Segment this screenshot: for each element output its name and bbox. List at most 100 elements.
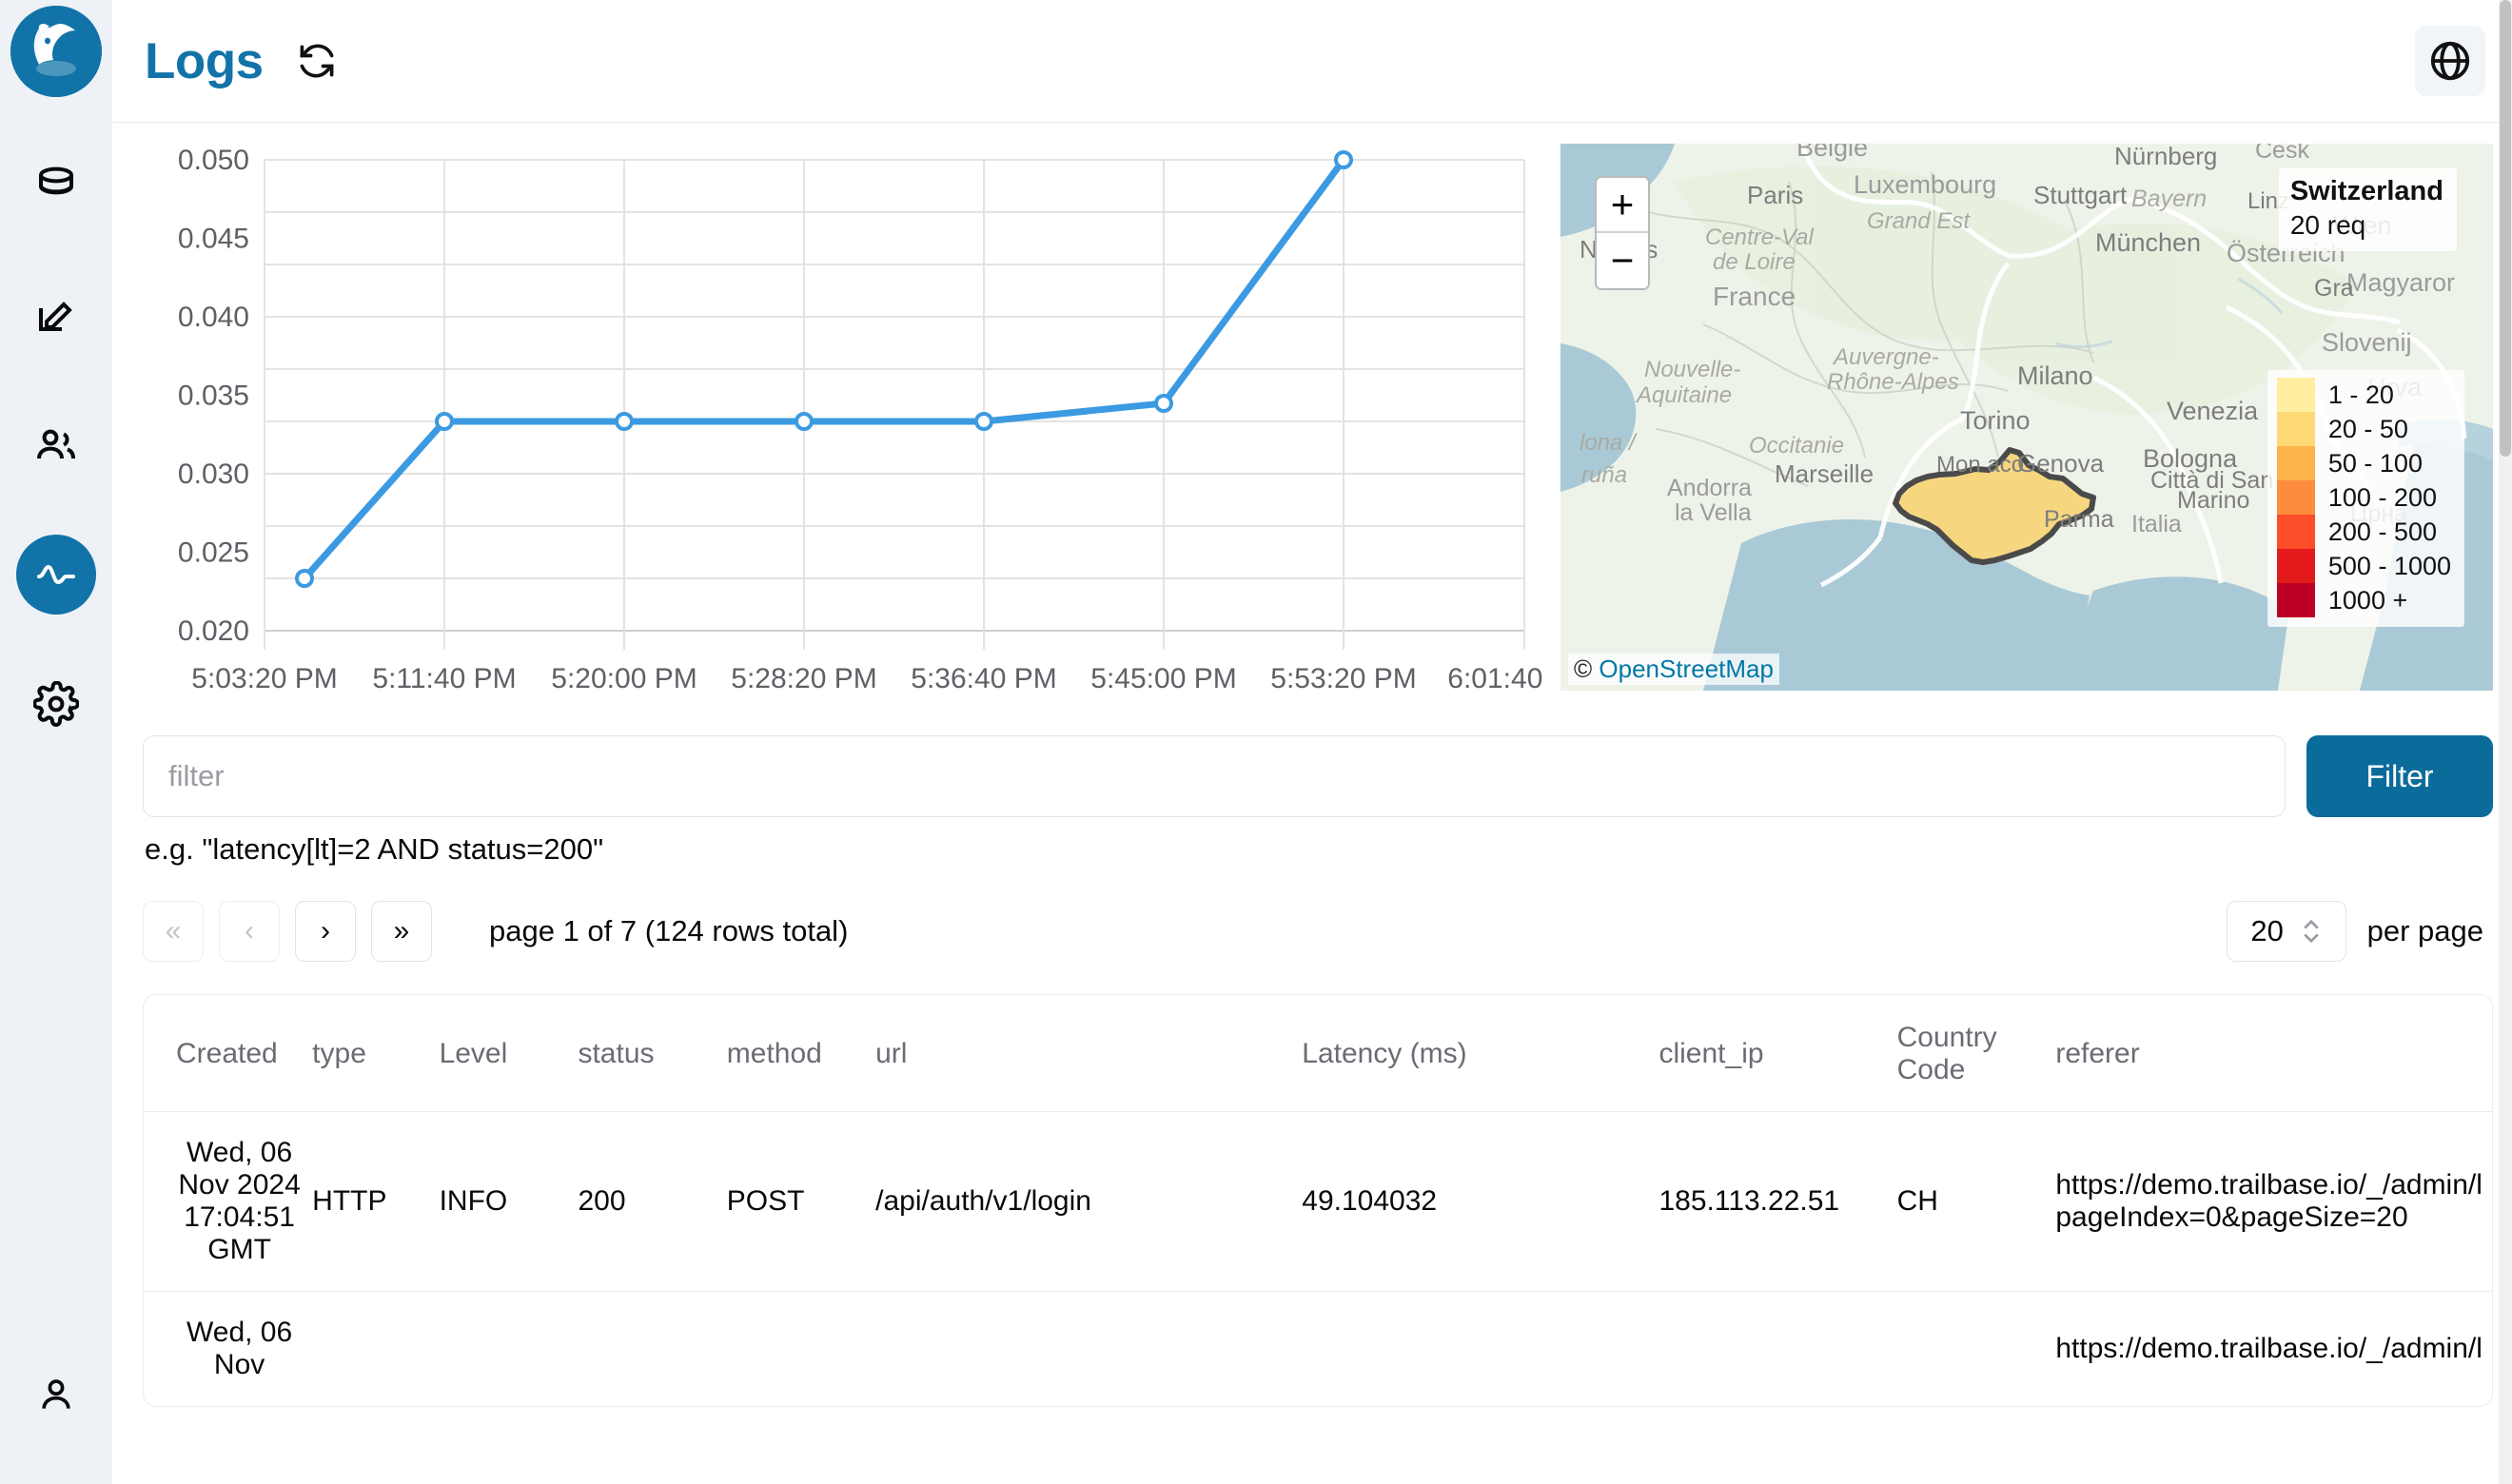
chart-grid	[264, 159, 1525, 650]
squirrel-logo-icon	[10, 6, 102, 97]
legend-label: 500 - 1000	[2327, 552, 2451, 580]
cell-type	[312, 1292, 439, 1407]
col-client-ip[interactable]: client_ip	[1658, 995, 1897, 1112]
col-level[interactable]: Level	[439, 995, 579, 1112]
cell-referer: https://demo.trailbase.io/_/admin/l	[2055, 1333, 2483, 1364]
filter-hint: e.g. "latency[lt]=2 AND status=200"	[145, 832, 604, 866]
legend-label: 20 - 50	[2327, 415, 2408, 443]
cell-method: POST	[726, 1111, 876, 1292]
user-icon	[42, 1379, 70, 1409]
col-country-code[interactable]: Country Code	[1896, 995, 2056, 1112]
sidebar-item-users[interactable]	[16, 405, 96, 485]
cell-created: Wed, 06 Nov 2024 17:04:51 GMT	[144, 1111, 313, 1292]
legend-swatch	[2276, 446, 2315, 480]
table-body: Wed, 06 Nov 2024 17:04:51 GMT HTTP INFO 200…	[144, 1111, 2492, 1407]
sidebar-item-settings[interactable]	[16, 664, 96, 744]
cell-status: 200	[578, 1111, 727, 1292]
legend-swatch	[2276, 515, 2315, 549]
col-referer[interactable]: referer	[2055, 995, 2492, 1112]
prev-page-button[interactable]: ‹	[219, 901, 280, 962]
col-type[interactable]: type	[312, 995, 440, 1112]
per-page-select[interactable]: 20	[2226, 901, 2346, 962]
zoom-out-button[interactable]: −	[1597, 233, 1648, 288]
pagination-info: page 1 of 7 (124 rows total)	[489, 914, 849, 947]
table-row[interactable]: Wed, 06 Nov 2024 17:04:51 GMT HTTP INFO 200…	[144, 1111, 2492, 1292]
pagination: « ‹ › » page 1 of 7 (124 rows total) 20 …	[112, 901, 2512, 962]
y-tick-label: 0.045	[178, 224, 249, 255]
legend-swatch	[2276, 480, 2315, 515]
gear-icon	[33, 681, 79, 727]
x-tick-label: 5:20:00 PM	[551, 663, 697, 694]
filter-row: Filter	[112, 735, 2512, 817]
tooltip-country: Switzerland	[2289, 176, 2443, 206]
x-tick-label: 5:28:20 PM	[731, 663, 876, 694]
zoom-in-button[interactable]: +	[1597, 178, 1648, 233]
col-status[interactable]: status	[578, 995, 727, 1112]
map-zoom-controls: + −	[1595, 176, 1650, 290]
col-url[interactable]: url	[875, 995, 1303, 1112]
openstreetmap-link[interactable]: OpenStreetMap	[1599, 654, 1774, 683]
x-tick-label: 6:01:40 PM	[1447, 663, 1551, 694]
users-icon	[37, 429, 75, 459]
cell-url	[875, 1292, 1302, 1407]
y-tick-label: 0.040	[178, 302, 249, 333]
col-created[interactable]: Created	[144, 995, 313, 1112]
cell-country-code: CH	[1896, 1111, 2056, 1292]
last-page-button[interactable]: »	[371, 901, 432, 962]
legend-swatch	[2276, 583, 2315, 617]
cell-referer: https://demo.trailbase.io/_/admin/l page…	[2055, 1111, 2492, 1292]
chart-svg: 0.0200.0250.0300.0350.0400.0450.050 5:03…	[178, 145, 1551, 694]
cell-client-ip	[1658, 1292, 1896, 1407]
page-title: Logs	[145, 32, 264, 89]
refresh-icon	[300, 44, 334, 78]
cell-url: /api/auth/v1/login	[875, 1111, 1303, 1292]
x-tick-label: 5:45:00 PM	[1090, 663, 1236, 694]
app-root: Logs 0.020 0.025 0.030 0.035 0.040 0.045…	[0, 0, 2512, 1484]
cell-method	[727, 1292, 875, 1407]
main-content: Logs 0.020 0.025 0.030 0.035 0.040 0.045…	[112, 0, 2512, 1484]
map-tooltip: Switzerland 20 req	[2278, 168, 2457, 251]
latency-chart[interactable]: 0.020 0.025 0.030 0.035 0.040 0.045 0.050	[133, 136, 1551, 707]
legend-label: 100 - 200	[2327, 483, 2437, 512]
legend-labels: 1 - 20 20 - 50 50 - 100 100 - 200 200 - 500 5…	[2328, 378, 2451, 617]
legend-swatch	[2276, 412, 2315, 446]
y-tick-label: 0.020	[178, 615, 249, 647]
scrollbar-thumb[interactable]	[2500, 0, 2511, 457]
sidebar-item-logs[interactable]	[16, 535, 96, 615]
cell-status	[578, 1292, 726, 1407]
sidebar-item-tables[interactable]	[16, 146, 96, 226]
requests-map[interactable]: Paris Luxembourg België Grand Est Nürnberg…	[1560, 144, 2493, 691]
map-legend: 1 - 20 20 - 50 50 - 100 100 - 200 200 - 500 5…	[2267, 370, 2464, 627]
x-tick-label: 5:11:40 PM	[372, 663, 516, 694]
legend-label: 50 - 100	[2327, 449, 2423, 478]
sidebar-item-account[interactable]	[16, 1355, 96, 1435]
y-tick-label: 0.035	[178, 381, 249, 412]
table-head: Created type Level status method url Lat…	[144, 995, 2492, 1112]
cell-country-code	[1897, 1292, 2056, 1407]
sidebar	[0, 0, 112, 1484]
table-row[interactable]: Wed, 06 Nov https://demo.trailbase.io/_/a…	[144, 1292, 2492, 1407]
app-logo[interactable]	[10, 6, 102, 97]
cell-latency	[1302, 1292, 1658, 1407]
first-page-button[interactable]: «	[143, 901, 204, 962]
col-latency[interactable]: Latency (ms)	[1302, 995, 1659, 1112]
y-tick-label: 0.030	[178, 459, 249, 490]
legend-swatch	[2276, 549, 2315, 583]
col-method[interactable]: method	[726, 995, 876, 1112]
activity-icon	[37, 565, 75, 584]
sidebar-item-editor[interactable]	[16, 276, 96, 356]
chart-y-ticks: 0.020 0.025 0.030 0.035 0.040 0.045 0.050	[178, 145, 249, 647]
legend-label: 1 - 20	[2327, 381, 2394, 409]
cell-level: INFO	[439, 1111, 579, 1292]
sidebar-nav	[16, 146, 96, 744]
next-page-button[interactable]: ›	[295, 901, 356, 962]
refresh-button[interactable]	[294, 38, 340, 84]
legend-label: 1000 +	[2327, 586, 2408, 615]
vertical-scrollbar[interactable]	[2499, 0, 2512, 1484]
filter-input[interactable]	[143, 735, 2286, 817]
filter-button[interactable]: Filter	[2306, 735, 2493, 817]
per-page-label: per page	[2366, 914, 2483, 947]
x-tick-label: 5:36:40 PM	[911, 663, 1056, 694]
language-button[interactable]	[2415, 26, 2485, 96]
visualizations-row: 0.020 0.025 0.030 0.035 0.040 0.045 0.050	[112, 123, 2512, 713]
